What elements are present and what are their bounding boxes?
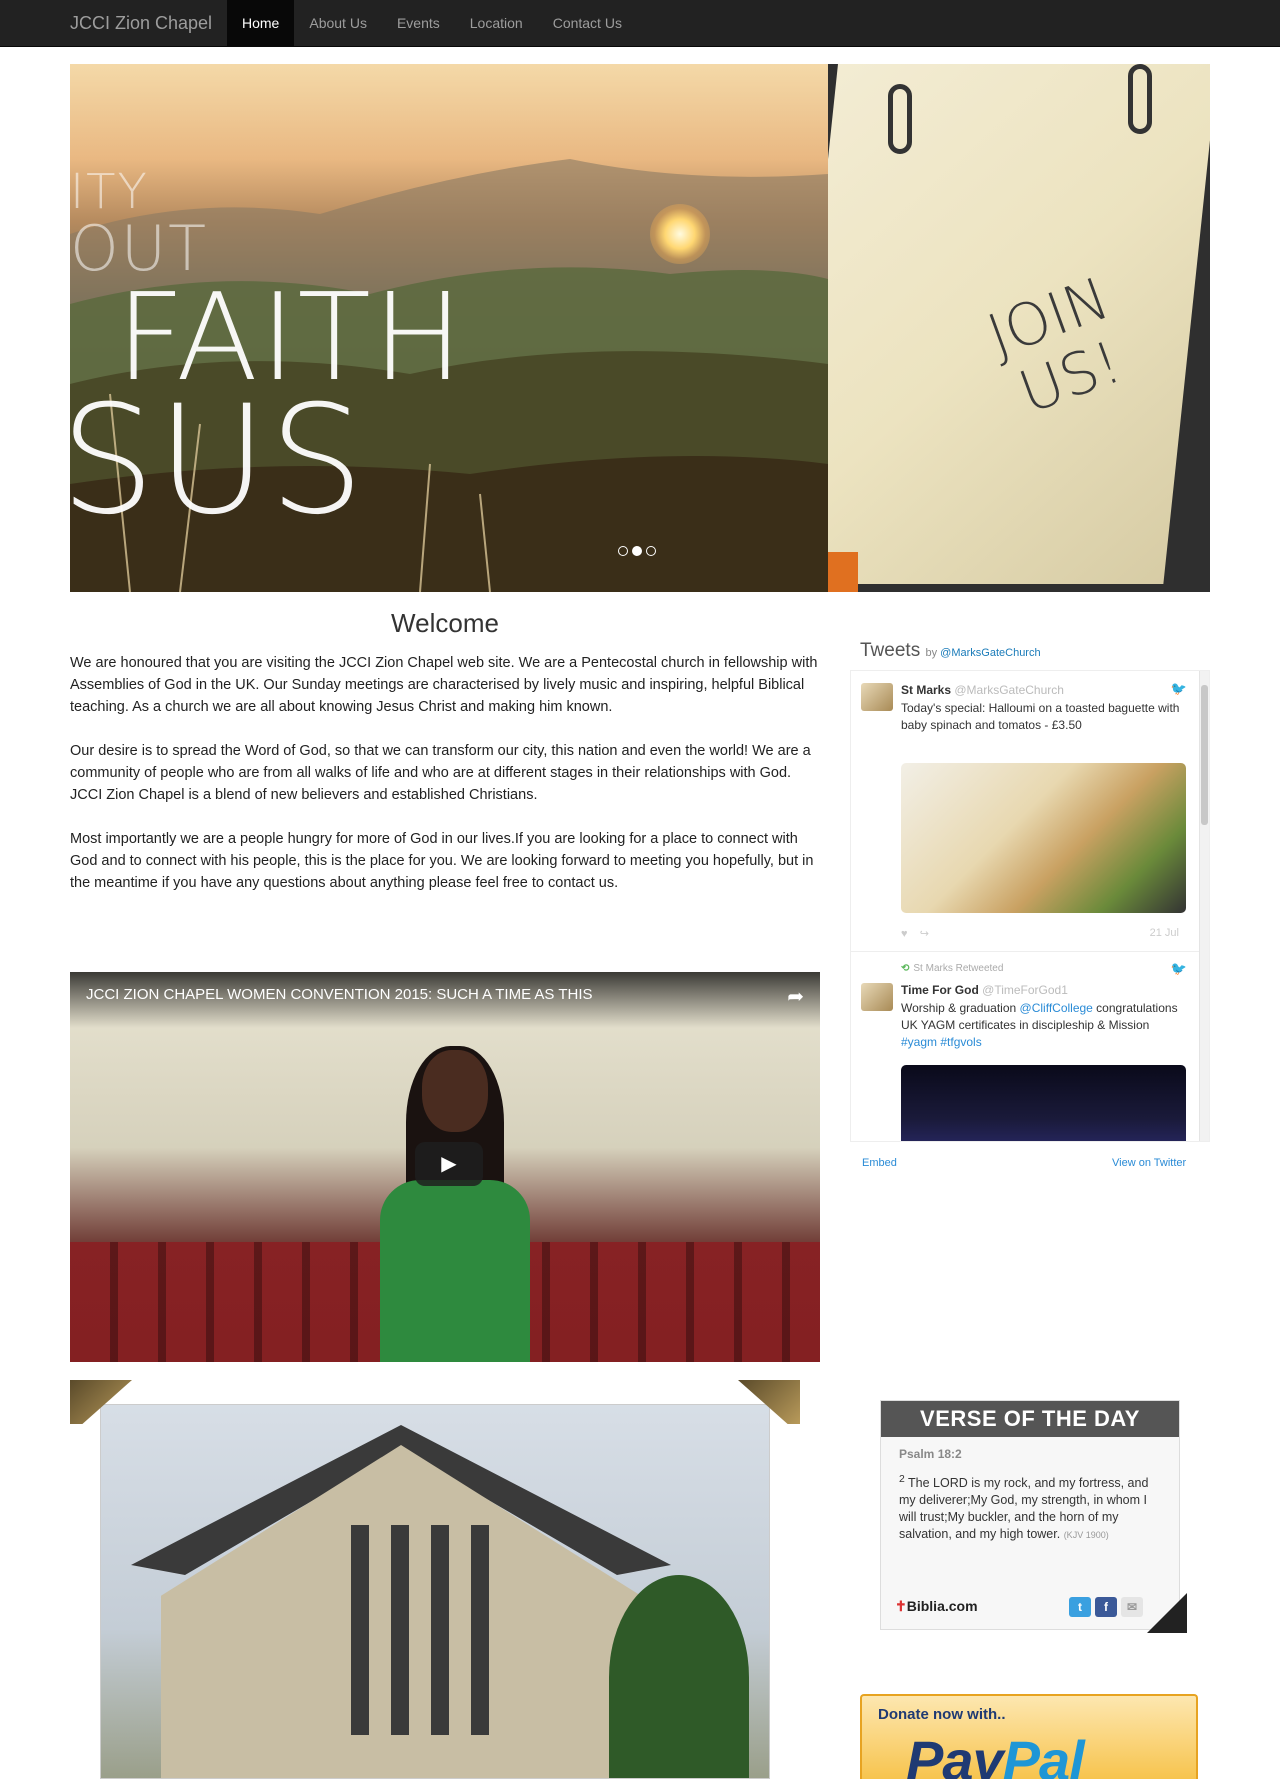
- facebook-share-icon[interactable]: f: [1095, 1597, 1117, 1617]
- top-navbar: JCCI Zion Chapel Home About Us Events Lo…: [0, 0, 1280, 47]
- binder-ring-icon: [1128, 64, 1152, 134]
- tweet-text: Today's special: Halloumi on a toasted b…: [901, 701, 1180, 732]
- verse-text: 2 The LORD is my rock, and my fortress, …: [899, 1471, 1161, 1544]
- tweet-author-name: Time For God: [901, 983, 979, 997]
- welcome-heading: Welcome: [391, 608, 499, 638]
- verse-reference[interactable]: Psalm 18:2: [899, 1447, 1179, 1461]
- welcome-paragraph: Most importantly we are a people hungry …: [70, 831, 814, 891]
- tweet-media-stage[interactable]: [901, 1065, 1186, 1141]
- tweet-hashtags[interactable]: #yagm #tfgvols: [901, 1035, 982, 1049]
- welcome-paragraph: We are honoured that you are visiting th…: [70, 655, 818, 715]
- tweets-by: by: [925, 647, 938, 659]
- tweet-author[interactable]: Time For God @TimeForGod1: [901, 983, 1068, 997]
- verse-share-buttons: t f ✉: [1069, 1597, 1143, 1617]
- paypal-logo-pay: Pay: [906, 1729, 1004, 1779]
- hero-slide-join-us[interactable]: JOIN US!: [828, 64, 1210, 592]
- view-on-twitter-link[interactable]: View on Twitter: [1112, 1157, 1186, 1169]
- tree: [609, 1575, 749, 1778]
- biblia-brand: Biblia.com: [906, 1598, 978, 1614]
- tweet-text: Worship & graduation @CliffCollege congr…: [901, 1000, 1186, 1051]
- tweet-date[interactable]: 21 Jul: [1150, 927, 1179, 939]
- site-brand[interactable]: JCCI Zion Chapel: [70, 0, 212, 46]
- hero-carousel: ITY OUT FAITH SUS JOIN US!: [70, 64, 1210, 592]
- verse-of-the-day-widget: VERSE OF THE DAY Psalm 18:2 2 The LORD i…: [880, 1400, 1187, 1633]
- tweet-divider: [851, 951, 1201, 952]
- email-share-icon[interactable]: ✉: [1121, 1597, 1143, 1617]
- verse-number: 2: [899, 1474, 905, 1485]
- tweet-text-part: Worship & graduation: [901, 1001, 1020, 1015]
- paypal-logo: PayPal: [906, 1728, 1085, 1779]
- main-nav: Home About Us Events Location Contact Us: [227, 0, 637, 46]
- tweet-media-food[interactable]: [901, 763, 1186, 913]
- tweets-heading: Tweets by @MarksGateChurch: [860, 640, 1041, 662]
- tweet-author-name: St Marks: [901, 683, 952, 697]
- timeline-scrollbar[interactable]: [1199, 671, 1209, 1141]
- page-curl-icon: [1147, 1593, 1187, 1633]
- twitter-timeline[interactable]: St Marks @MarksGateChurch 🐦 Today's spec…: [850, 670, 1210, 1142]
- tweet-author[interactable]: St Marks @MarksGateChurch: [901, 683, 1064, 697]
- biblia-logo[interactable]: ✝Biblia.com: [895, 1598, 978, 1615]
- verse-heading: VERSE OF THE DAY: [881, 1401, 1179, 1437]
- nav-contact-us[interactable]: Contact Us: [538, 0, 637, 46]
- sun-glare: [650, 204, 710, 264]
- twitter-share-icon[interactable]: t: [1069, 1597, 1091, 1617]
- carousel-dot-3[interactable]: [646, 546, 656, 556]
- share-icon[interactable]: ➦: [787, 984, 804, 1009]
- play-button[interactable]: ▶: [415, 1142, 483, 1186]
- avatar[interactable]: [861, 683, 893, 711]
- video-speaker: [380, 1046, 530, 1362]
- orange-strip: [828, 552, 858, 592]
- nav-events[interactable]: Events: [382, 0, 455, 46]
- embed-link[interactable]: Embed: [862, 1157, 897, 1169]
- tweet-author-handle: @MarksGateChurch: [954, 683, 1064, 697]
- reply-icon[interactable]: ↪: [920, 928, 929, 940]
- welcome-paragraph: Our desire is to spread the Word of God,…: [70, 743, 811, 803]
- youtube-video-embed[interactable]: JCCI ZION CHAPEL WOMEN CONVENTION 2015: …: [70, 972, 820, 1362]
- nav-about-us[interactable]: About Us: [294, 0, 382, 46]
- verse-body: The LORD is my rock, and my fortress, an…: [899, 1476, 1149, 1542]
- welcome-body: We are honoured that you are visiting th…: [70, 652, 820, 916]
- video-title[interactable]: JCCI ZION CHAPEL WOMEN CONVENTION 2015: …: [86, 986, 593, 1003]
- hero-text-line-4: SUS: [70, 374, 367, 548]
- retweet-label: ⟲ St Marks Retweeted: [901, 963, 1003, 974]
- carousel-indicators: [618, 546, 656, 556]
- paypal-logo-pal: Pal: [1002, 1729, 1085, 1779]
- tweet-actions: ♥ ↪: [901, 927, 929, 940]
- hero-slide-main[interactable]: ITY OUT FAITH SUS: [70, 64, 828, 592]
- binder-ring-icon: [888, 84, 912, 154]
- retweeted-by: St Marks Retweeted: [913, 963, 1004, 974]
- verse-version: (KJV 1900): [1063, 1530, 1109, 1541]
- avatar[interactable]: [861, 983, 893, 1011]
- nav-location[interactable]: Location: [455, 0, 538, 46]
- paypal-donate-button[interactable]: Donate now with.. PayPal: [860, 1694, 1198, 1779]
- tweet-author-handle: @TimeForGod1: [982, 983, 1068, 997]
- tweets-title: Tweets: [860, 640, 921, 661]
- tweets-account-link[interactable]: @MarksGateChurch: [940, 647, 1040, 659]
- tweet-mention-link[interactable]: @CliffCollege: [1020, 1001, 1093, 1015]
- carousel-dot-1[interactable]: [618, 546, 628, 556]
- heart-icon[interactable]: ♥: [901, 928, 908, 940]
- cross-icon: ✝: [895, 1598, 907, 1614]
- church-photo: [100, 1404, 770, 1779]
- paypal-label: Donate now with..: [878, 1706, 1006, 1723]
- twitter-bird-icon[interactable]: 🐦: [1171, 961, 1187, 977]
- retweet-icon: ⟲: [901, 963, 910, 974]
- twitter-bird-icon[interactable]: 🐦: [1171, 681, 1187, 697]
- church-photo-frame: [70, 1380, 800, 1779]
- nav-home[interactable]: Home: [227, 0, 295, 46]
- carousel-dot-2[interactable]: [632, 546, 642, 556]
